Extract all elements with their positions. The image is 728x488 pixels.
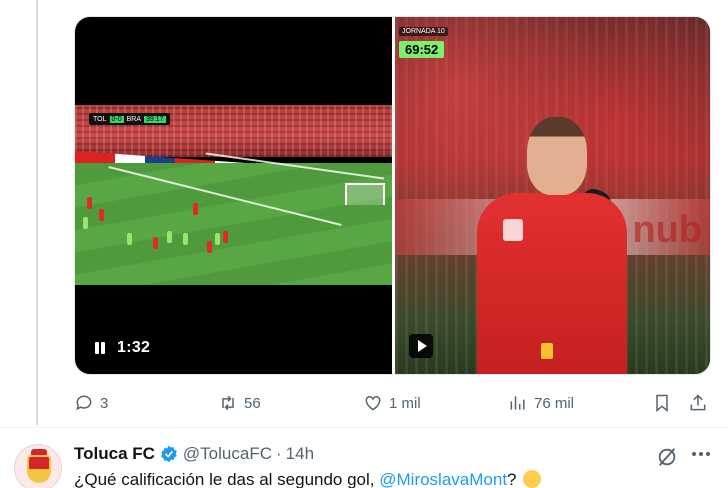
share-button[interactable] [688,393,708,413]
video-frame: TOL 0-0 BRA 39:17 [75,105,392,285]
jersey-crest [503,219,523,241]
home-team: TOL [93,115,107,123]
reply-count: 3 [100,394,109,412]
player-marker [87,197,92,209]
thinking-emoji-icon [523,470,542,488]
away-team: BRA [126,115,142,123]
player-marker [83,217,88,229]
player-marker [207,241,212,253]
player-marker [215,233,220,245]
tweet-text-start: ¿Qué calificación le das al segundo gol, [74,470,380,488]
mention-link[interactable]: @MiroslavaMont [379,470,507,488]
views-button[interactable]: 76 mil [508,393,574,413]
video-time: 1:32 [117,339,151,356]
player-marker [183,233,188,245]
reply-icon [76,395,92,411]
like-button[interactable]: 1 mil [363,393,421,413]
views-count: 76 mil [534,394,575,412]
thread-line [36,0,38,425]
author-name[interactable]: Toluca FC [74,444,155,464]
verified-icon [161,445,177,463]
tweet-actions: 3 56 1 mil 76 mil [74,389,714,417]
player-marker [153,237,158,249]
play-icon[interactable] [409,334,433,358]
video-player-right[interactable]: nub JORNADA 10 69:52 [395,17,710,374]
player-head [527,117,587,195]
player-marker [223,231,228,243]
avatar[interactable] [14,444,62,488]
pause-icon[interactable] [93,340,107,356]
score: 0-0 [109,115,124,123]
retweet-icon [222,395,234,411]
player-marker [167,231,172,243]
heart-icon [365,395,381,411]
media-grid: TOL 0-0 BRA 39:17 1:32 nub JORNADA 10 69… [74,16,711,375]
grok-icon[interactable] [656,446,678,468]
crest-shield [27,455,51,483]
player-marker [193,203,198,215]
tweet-text: ¿Qué calificación le das al segundo gol,… [74,470,542,488]
bookmark-icon [656,394,668,413]
views-icon [510,396,525,410]
match-clock: 39:17 [144,115,166,123]
tweet-text-end: ? [507,470,517,488]
retweet-button[interactable]: 56 [218,393,261,413]
jersey-number [541,343,553,359]
tweet-time[interactable]: 14h [286,444,314,464]
separator-dot: · [275,444,282,463]
player-marker [99,209,104,221]
tweet-divider [0,427,728,428]
bookmark-button[interactable] [652,393,672,413]
reply-button[interactable]: 3 [74,393,108,413]
share-icon [690,394,706,411]
video-controls: 1:32 [93,339,150,357]
banner-text: nub [632,209,702,251]
match-clock: 69:52 [399,41,445,58]
jornada-label: JORNADA 10 [399,27,448,36]
more-icon[interactable] [692,452,710,456]
tweet-header: Toluca FC @TolucaFC · 14h [74,444,314,464]
like-count: 1 mil [389,394,421,412]
retweet-count: 56 [244,394,261,412]
pitch [75,163,392,285]
video-player-left[interactable]: TOL 0-0 BRA 39:17 1:32 [75,17,392,374]
player-body [477,193,627,374]
author-handle[interactable]: @TolucaFC [183,444,272,464]
player-marker [127,233,132,245]
goal [345,183,385,205]
scoreboard: TOL 0-0 BRA 39:17 [89,113,170,125]
